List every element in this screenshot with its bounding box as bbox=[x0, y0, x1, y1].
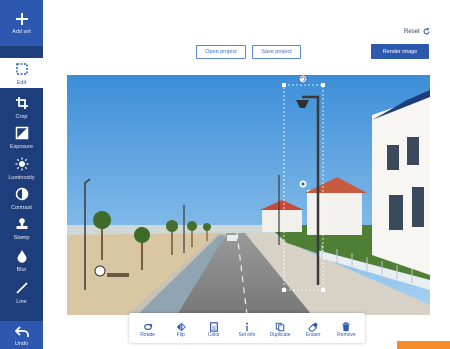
remove-button[interactable]: Remove bbox=[330, 319, 362, 338]
reset-label: Reset bbox=[404, 28, 420, 35]
toolbar-item-label: Flip bbox=[176, 331, 185, 338]
add-set-button[interactable]: Add set bbox=[0, 0, 43, 46]
sidebar-item-crop[interactable]: Crop bbox=[0, 95, 43, 120]
rotate-icon bbox=[143, 319, 153, 330]
info-icon bbox=[242, 319, 252, 331]
undo-button[interactable]: Undo bbox=[0, 321, 43, 349]
open-project-button[interactable]: Open project bbox=[196, 45, 246, 59]
contrast-icon bbox=[14, 186, 30, 202]
toolbar-item-label: Set info bbox=[238, 331, 256, 338]
duplicate-button[interactable]: Duplicate bbox=[264, 319, 296, 338]
plus-icon bbox=[14, 11, 30, 27]
line-icon bbox=[14, 280, 30, 296]
reset-icon bbox=[423, 27, 430, 35]
resize-handle-bl[interactable] bbox=[282, 288, 286, 292]
trash-icon bbox=[341, 319, 351, 331]
toolbar-item-label: Remove bbox=[337, 331, 356, 338]
sidebar-item-blur[interactable]: Blur bbox=[0, 248, 43, 273]
exposure-icon bbox=[14, 125, 30, 141]
image-canvas[interactable] bbox=[67, 75, 430, 315]
sidebar-item-luminosity[interactable]: Luminosity bbox=[0, 156, 43, 181]
sidebar-item-contrast[interactable]: Contrast bbox=[0, 186, 43, 211]
eraser-icon bbox=[308, 319, 318, 332]
flip-icon bbox=[176, 319, 186, 331]
render-image-label: Render image bbox=[382, 48, 418, 55]
add-set-label: Add set bbox=[12, 29, 31, 35]
eraser-button[interactable]: Eraser bbox=[297, 319, 329, 338]
selection-icon bbox=[14, 61, 30, 77]
resize-handle-br[interactable] bbox=[321, 288, 325, 292]
resize-handle-tl[interactable] bbox=[282, 83, 286, 87]
color-icon bbox=[209, 319, 219, 332]
crop-icon bbox=[14, 95, 30, 111]
toolbar-item-label: Duplicate bbox=[269, 331, 291, 338]
move-handle[interactable] bbox=[299, 180, 307, 188]
sidebar-item-stamp[interactable]: Stamp bbox=[0, 216, 43, 241]
sidebar-item-label: Edit bbox=[16, 79, 27, 86]
sidebar-item-label: Luminosity bbox=[8, 175, 35, 181]
sidebar: Add set Edit Crop Exposure Luminosity Co… bbox=[0, 0, 43, 349]
render-image-button[interactable]: Render image bbox=[371, 44, 429, 59]
set-info-button[interactable]: Set info bbox=[231, 319, 263, 338]
sidebar-item-edit[interactable]: Edit bbox=[0, 58, 43, 88]
save-project-label: Save project bbox=[261, 49, 292, 55]
duplicate-icon bbox=[275, 319, 285, 331]
rotate-button[interactable]: Rotate bbox=[132, 319, 164, 338]
undo-icon bbox=[14, 324, 30, 340]
toolbar-item-label: Eraser bbox=[305, 331, 321, 338]
sun-icon bbox=[14, 156, 30, 172]
sidebar-item-label: Contrast bbox=[11, 205, 32, 211]
rotate-handle[interactable] bbox=[298, 75, 308, 84]
save-project-button[interactable]: Save project bbox=[252, 45, 301, 59]
toolbar-item-label: Rotate bbox=[140, 331, 155, 338]
sidebar-item-exposure[interactable]: Exposure bbox=[0, 125, 43, 150]
color-button[interactable]: Color bbox=[198, 319, 230, 338]
street-photo bbox=[67, 75, 430, 315]
sidebar-item-label: Stamp bbox=[13, 235, 30, 241]
object-toolbar: Rotate Flip Color Set info Duplicate Era… bbox=[129, 313, 365, 343]
resize-handle-tr[interactable] bbox=[321, 83, 325, 87]
sidebar-item-label: Exposure bbox=[9, 144, 34, 150]
sidebar-item-label: Blur bbox=[16, 267, 27, 273]
drop-icon bbox=[14, 248, 30, 264]
sidebar-item-line[interactable]: Line bbox=[0, 280, 43, 305]
stamp-icon bbox=[14, 216, 30, 232]
open-project-label: Open project bbox=[205, 49, 237, 55]
flip-button[interactable]: Flip bbox=[165, 319, 197, 338]
reset-button[interactable]: Reset bbox=[404, 27, 430, 35]
undo-label: Undo bbox=[14, 340, 29, 347]
sidebar-item-label: Crop bbox=[15, 114, 28, 120]
sidebar-item-label: Line bbox=[16, 299, 27, 305]
toolbar-item-label: Color bbox=[207, 331, 220, 338]
orange-tab[interactable] bbox=[397, 341, 450, 349]
